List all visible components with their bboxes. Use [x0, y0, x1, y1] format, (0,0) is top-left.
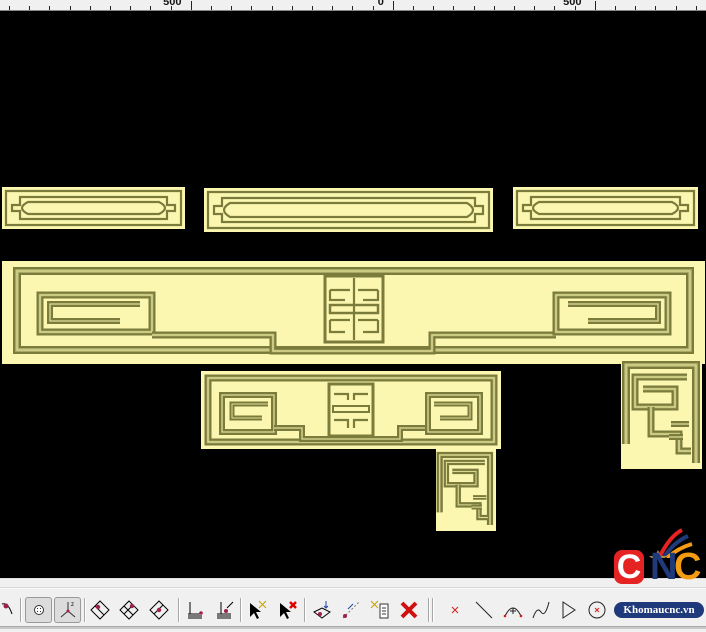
spline-button[interactable] — [529, 598, 553, 622]
ruler-tick — [191, 1, 192, 10]
layer-import-button[interactable] — [213, 598, 237, 622]
layer-node-button[interactable] — [184, 598, 208, 622]
line-icon — [475, 601, 493, 619]
horizontal-ruler: 500 0 500 — [0, 0, 706, 11]
cnc-logo: C N C Khomaucnc.vn — [610, 528, 706, 628]
logo-letter-c: C — [614, 550, 644, 584]
logo-badge: Khomaucnc.vn — [614, 602, 704, 618]
toolbar-separator — [178, 598, 180, 622]
layer-import-icon — [217, 601, 234, 619]
ruler-tick — [453, 6, 454, 10]
point-icon — [451, 606, 459, 614]
layer-node-icon — [188, 602, 203, 619]
ruler-tick — [312, 6, 313, 10]
ruler-tick — [534, 6, 535, 10]
ruler-tick — [494, 6, 495, 10]
toolbar-separator — [304, 598, 306, 622]
ruler-tick — [90, 6, 91, 10]
ruler-tick — [49, 6, 50, 10]
ruler-tick — [9, 6, 10, 10]
ruler-tick — [514, 6, 515, 10]
svg-text:z: z — [71, 602, 74, 608]
logo-letter-c2: C — [674, 546, 702, 588]
toolbar-separator — [20, 598, 22, 622]
toolbar-separator — [240, 598, 242, 622]
snap-grid-button[interactable] — [25, 597, 52, 623]
view-plane-top-left-icon — [90, 600, 110, 620]
ruler-tick — [292, 6, 293, 10]
ruler-tick — [211, 6, 212, 10]
relief-panel-top-right — [513, 187, 698, 229]
ruler-tick — [635, 6, 636, 10]
ruler-tick — [413, 6, 414, 10]
snap-grid-icon — [33, 605, 44, 615]
toolbar-separator — [84, 598, 86, 622]
ruler-tick — [272, 6, 273, 10]
bottom-toolbar: z — [0, 578, 706, 632]
view-plane-top-right-icon — [119, 600, 139, 620]
ruler-tick — [433, 6, 434, 10]
circle-point-button[interactable] — [585, 598, 609, 622]
ruler-tick — [130, 6, 131, 10]
ruler-tick — [110, 6, 111, 10]
select-delete-button[interactable] — [275, 598, 299, 622]
select-delete-icon — [280, 601, 297, 619]
spline-icon — [532, 601, 550, 619]
node-list-button[interactable] — [368, 598, 392, 622]
toolbar-separator — [432, 598, 434, 622]
ruler-label-neg-500: 500 — [163, 0, 182, 8]
line-button[interactable] — [472, 598, 496, 622]
polyline-icon — [562, 601, 576, 619]
ruler-tick — [171, 6, 172, 10]
ruler-tick — [655, 6, 656, 10]
ruler-tick — [575, 6, 576, 10]
view-plane-top-left-button[interactable] — [88, 598, 112, 622]
relief-drawing — [2, 187, 705, 531]
node-list-icon — [370, 600, 389, 619]
ruler-tick — [696, 6, 697, 10]
ruler-tick — [70, 6, 71, 10]
ruler-label-0: 0 — [377, 0, 384, 8]
ruler-tick — [474, 6, 475, 10]
3d-view-canvas[interactable] — [0, 11, 706, 578]
ruler-tick — [615, 6, 616, 10]
ruler-tick — [373, 6, 374, 10]
axes-xyz-icon: z — [60, 602, 75, 618]
ruler-tick — [393, 1, 394, 10]
ruler-tick — [251, 6, 252, 10]
ruler-tick — [352, 6, 353, 10]
arc-icon — [503, 607, 523, 618]
select-node-icon — [250, 600, 267, 619]
delete-button[interactable] — [397, 598, 421, 622]
project-down-button[interactable] — [310, 598, 334, 622]
axes-xyz-button[interactable]: z — [54, 597, 81, 623]
project-down-icon — [313, 601, 331, 619]
project-to-line-button[interactable] — [339, 598, 363, 622]
ruler-tick — [595, 1, 596, 10]
ruler-tick — [676, 6, 677, 10]
view-plane-center-icon — [149, 600, 169, 620]
relief-panel-top-center — [204, 188, 493, 232]
polyline-button[interactable] — [557, 598, 581, 622]
select-node-button[interactable] — [245, 598, 269, 622]
toolbar-separator — [428, 598, 430, 622]
arc-button[interactable] — [501, 598, 525, 622]
ruler-tick — [554, 6, 555, 10]
ruler-tick — [231, 6, 232, 10]
ruler-tick — [332, 6, 333, 10]
project-to-line-icon — [342, 601, 360, 619]
delete-icon — [400, 601, 418, 619]
view-plane-top-right-button[interactable] — [117, 598, 141, 622]
circle-point-icon — [588, 601, 606, 619]
view-plane-center-button[interactable] — [147, 598, 171, 622]
ruler-tick — [150, 6, 151, 10]
ruler-tick — [29, 6, 30, 10]
point-button[interactable] — [443, 598, 467, 622]
relief-panel-top-left — [2, 187, 185, 229]
ruler-label-500: 500 — [563, 0, 582, 8]
